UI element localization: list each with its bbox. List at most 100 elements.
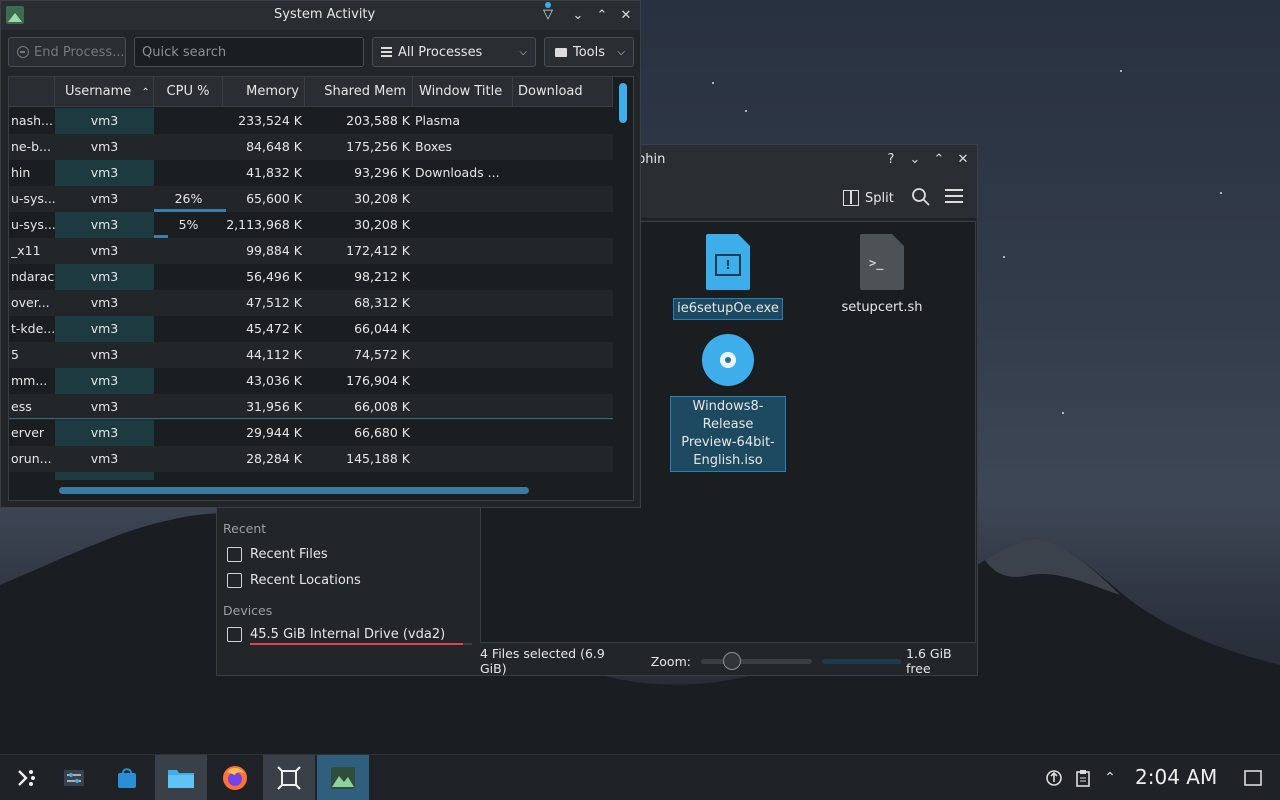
tools-menu-button[interactable]: Tools ⌵ — [544, 37, 634, 67]
taskbar-system-settings[interactable] — [48, 755, 100, 800]
file-item-exe[interactable]: ! ie6setupOe.exe — [669, 234, 787, 320]
minimize-icon[interactable]: ⌄ — [905, 150, 925, 170]
application-launcher-button[interactable] — [0, 755, 52, 800]
cell-username: vm3 — [90, 347, 119, 362]
cell-cpu — [154, 368, 223, 394]
file-item-iso[interactable]: Windows8-Release Preview-64bit- English.… — [669, 334, 787, 472]
minimize-icon[interactable]: ⌄ — [568, 6, 588, 26]
cell-shared-mem: 74,572 K — [354, 347, 410, 362]
cell-username: vm3 — [90, 399, 119, 414]
zoom-slider-handle[interactable] — [722, 651, 741, 670]
table-row[interactable]: ess vm3 31,956 K 66,008 K — [9, 394, 613, 420]
cell-window-title: Plasma — [415, 113, 461, 128]
horizontal-scrollbar-handle[interactable] — [59, 487, 529, 494]
file-name-line: Windows8-Release — [692, 399, 764, 432]
table-row[interactable]: hin vm3 41,832 K 93,296 K Downloads ... — [9, 160, 613, 186]
place-recent-files[interactable]: Recent Files — [227, 543, 328, 565]
cell-memory: 233,524 K — [238, 113, 302, 128]
cell-cpu — [154, 238, 223, 264]
cell-process-name: nash... — [11, 113, 53, 128]
file-name: setupcert.sh — [841, 300, 923, 315]
launcher-icon — [18, 770, 35, 786]
cell-process-name: _x11 — [11, 243, 41, 258]
cell-shared-mem: 176,904 K — [346, 373, 410, 388]
table-row[interactable]: 5 vm3 44,112 K 74,572 K — [9, 342, 613, 368]
tree-list-icon — [381, 46, 392, 58]
table-row[interactable]: over... vm3 47,512 K 68,312 K — [9, 290, 613, 316]
table-row[interactable]: u-sys... vm3 5% 2,113,968 K 30,208 K — [9, 212, 613, 238]
cell-username: vm3 — [90, 165, 119, 180]
cell-username: vm3 — [90, 191, 119, 206]
file-name-line: Preview-64bit- — [681, 435, 775, 450]
table-row[interactable]: ndarac vm3 56,496 K 98,212 K — [9, 264, 613, 290]
chevron-down-icon: ⌵ — [617, 46, 625, 58]
tray-expand-chevron-icon[interactable]: ⌃ — [1100, 755, 1120, 800]
column-header-name[interactable] — [9, 77, 55, 107]
file-item-sh[interactable]: >_ setupcert.sh — [823, 234, 941, 318]
column-header-shared-mem[interactable]: Shared Mem — [305, 77, 413, 107]
search-icon[interactable] — [911, 187, 931, 207]
table-row[interactable]: ne-b... vm3 84,648 K 175,256 K Boxes — [9, 134, 613, 160]
cell-process-name: ess — [11, 399, 32, 414]
process-table[interactable]: Username ⌃ CPU % Memory Shared Mem Windo… — [8, 76, 634, 501]
column-header-window-title[interactable]: Window Title — [413, 77, 513, 107]
split-button[interactable]: Split — [843, 187, 894, 209]
split-view-icon — [843, 190, 859, 206]
table-header: Username ⌃ CPU % Memory Shared Mem Windo… — [9, 77, 613, 107]
close-icon[interactable]: ✕ — [616, 6, 636, 26]
dolphin-title: phin — [637, 152, 666, 167]
table-row[interactable]: orun... vm3 28,284 K 145,188 K — [9, 446, 613, 472]
network-status-icon[interactable] — [1042, 755, 1066, 800]
settings-sliders-icon — [64, 770, 84, 786]
table-row[interactable]: u-sys... vm3 26% 65,600 K 30,208 K — [9, 186, 613, 212]
cell-shared-mem: 66,008 K — [354, 399, 410, 414]
clock[interactable]: 2:04 AM — [1135, 765, 1217, 789]
show-desktop-icon[interactable] — [1240, 755, 1266, 800]
cell-cpu — [154, 420, 223, 446]
split-label: Split — [865, 190, 894, 206]
quick-search-input[interactable] — [134, 37, 364, 67]
column-header-download[interactable]: Download — [513, 77, 613, 107]
recent-locations-label: Recent Locations — [250, 572, 361, 588]
cell-memory: 84,648 K — [246, 139, 302, 154]
recent-files-label: Recent Files — [250, 546, 328, 562]
vertical-scrollbar-handle[interactable] — [619, 83, 627, 123]
vertical-scrollbar[interactable] — [619, 77, 633, 500]
file-name-line: English.iso — [693, 453, 763, 468]
cell-memory: 44,112 K — [246, 347, 302, 362]
taskbar-discover[interactable] — [101, 755, 153, 800]
system-activity-app-icon — [6, 6, 24, 24]
place-recent-locations[interactable]: Recent Locations — [227, 569, 361, 591]
pin-icon[interactable]: ▽ — [538, 5, 558, 25]
end-process-button[interactable]: End Process... — [8, 37, 126, 67]
zoom-slider[interactable] — [700, 651, 812, 670]
cell-username: vm3 — [90, 425, 119, 440]
taskbar-dolphin[interactable] — [155, 755, 207, 800]
clipboard-icon[interactable] — [1072, 755, 1094, 800]
system-activity-titlebar[interactable]: System Activity ▽ ⌄ ⌃ ✕ — [1, 1, 640, 30]
taskbar-system-activity[interactable] — [317, 755, 369, 800]
column-header-cpu[interactable]: CPU % — [154, 77, 223, 107]
maximize-icon[interactable]: ⌃ — [929, 150, 949, 170]
table-row[interactable]: nash... vm3 233,524 K 203,588 K Plasma — [9, 108, 613, 134]
cell-shared-mem: 175,256 K — [346, 139, 410, 154]
column-header-memory[interactable]: Memory — [223, 77, 305, 107]
drive-usage-bar — [250, 643, 463, 645]
table-row[interactable]: erver vm3 29,944 K 66,680 K — [9, 420, 613, 446]
column-header-username[interactable]: Username ⌃ — [55, 77, 154, 107]
table-row[interactable]: t-kde... vm3 45,472 K 66,044 K — [9, 316, 613, 342]
taskbar-firefox[interactable] — [209, 755, 261, 800]
table-row[interactable]: mm... vm3 43,036 K 176,904 K — [9, 368, 613, 394]
process-filter-dropdown[interactable]: All Processes ⌵ — [372, 37, 536, 67]
close-icon[interactable]: ✕ — [953, 150, 973, 170]
cell-username: vm3 — [90, 451, 119, 466]
cell-memory: 29,944 K — [246, 425, 302, 440]
taskbar-screenshot-tool[interactable] — [263, 755, 315, 800]
maximize-icon[interactable]: ⌃ — [592, 6, 612, 26]
table-row[interactable]: _x11 vm3 99,884 K 172,412 K — [9, 238, 613, 264]
hamburger-menu-icon[interactable] — [945, 189, 963, 205]
system-activity-window[interactable]: System Activity ▽ ⌄ ⌃ ✕ End Process... A… — [0, 0, 641, 508]
help-icon[interactable]: ? — [881, 150, 901, 170]
place-internal-drive[interactable]: 45.5 GiB Internal Drive (vda2) — [227, 623, 445, 645]
column-header-label: Username — [65, 84, 132, 99]
